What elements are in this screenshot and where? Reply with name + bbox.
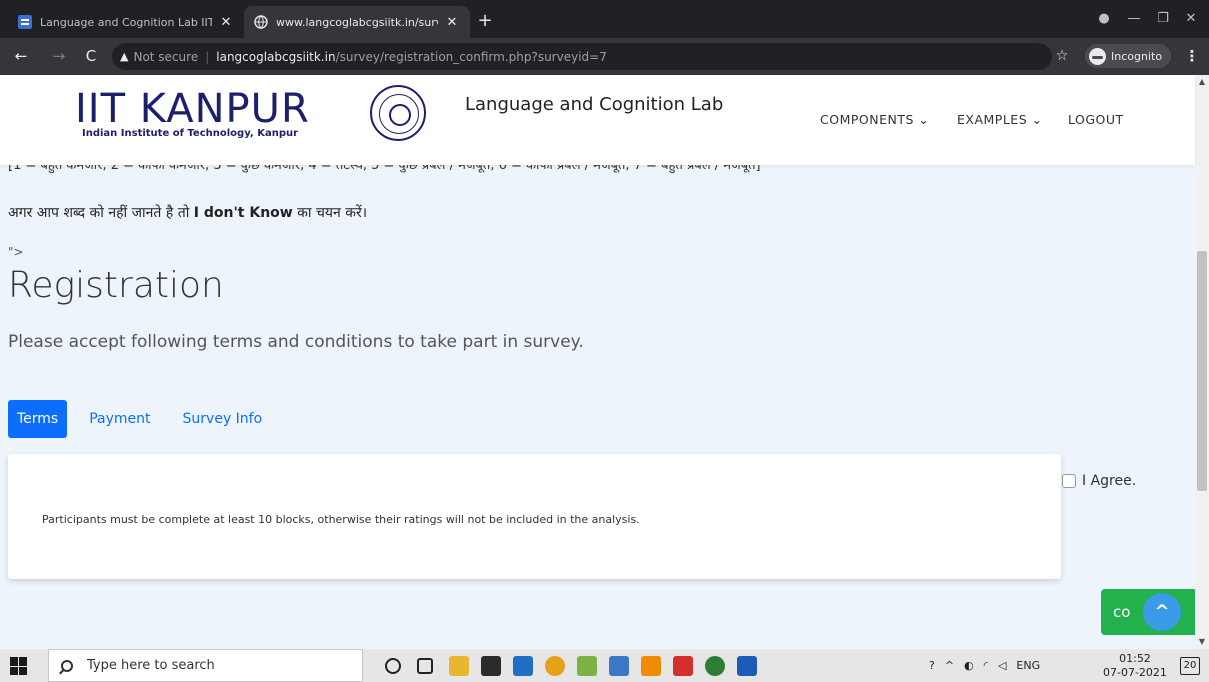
tab-payment[interactable]: Payment xyxy=(79,400,160,438)
network-icon[interactable]: ◐ xyxy=(964,659,974,672)
pdf-reader-icon[interactable] xyxy=(673,656,693,676)
volume-icon[interactable]: ◁ xyxy=(998,659,1006,672)
incognito-icon xyxy=(1089,47,1106,65)
stray-markup-text: "> xyxy=(8,245,24,259)
tab-title: www.langcoglabcgsiitk.in/survey/ xyxy=(276,15,438,29)
logo-subtitle: Indian Institute of Technology, Kanpur xyxy=(82,128,299,139)
site-header: IIT KANPUR Indian Institute of Technolog… xyxy=(0,75,1195,165)
language-indicator[interactable]: ENG xyxy=(1016,659,1040,672)
hint-text: अगर आप शब्द को नहीं जानते है तो xyxy=(8,205,194,221)
wifi-icon[interactable]: ◜ xyxy=(984,659,988,672)
page-subtitle: Please accept following terms and condit… xyxy=(8,332,584,352)
close-icon[interactable]: ✕ xyxy=(218,15,234,30)
search-icon xyxy=(61,659,73,672)
tab-title: Language and Cognition Lab IITK xyxy=(40,15,212,29)
forward-arrow-icon[interactable]: → xyxy=(48,45,70,67)
app-icon[interactable] xyxy=(705,656,725,676)
word-icon[interactable] xyxy=(737,656,757,676)
incognito-badge[interactable]: Incognito xyxy=(1085,44,1172,68)
hint-text-end: का चयन करें। xyxy=(292,205,368,221)
terms-text: Participants must be complete at least 1… xyxy=(42,513,640,526)
close-icon[interactable]: ✕ xyxy=(444,15,460,30)
scroll-down-icon[interactable]: ▼ xyxy=(1197,637,1207,647)
store-icon[interactable] xyxy=(481,656,501,676)
browser-tab-lab[interactable]: Language and Cognition Lab IITK ✕ xyxy=(8,6,244,38)
app-icon[interactable] xyxy=(577,656,597,676)
tab-search-icon[interactable]: ● xyxy=(1091,8,1117,30)
mail-icon[interactable] xyxy=(513,656,533,676)
back-to-top-icon[interactable]: ^ xyxy=(1143,593,1181,631)
chrome-icon[interactable] xyxy=(545,656,565,676)
taskbar-clock[interactable]: 01:52 07-07-2021 xyxy=(1103,652,1167,680)
hint-bold: I don't Know xyxy=(193,205,293,221)
bookmark-star-icon[interactable]: ☆ xyxy=(1052,45,1072,67)
notification-count: 20 xyxy=(1183,660,1197,671)
dont-know-hint: अगर आप शब्द को नहीं जानते है तो I don't … xyxy=(8,203,367,222)
lab-name[interactable]: Language and Cognition Lab xyxy=(465,94,723,115)
reload-icon[interactable]: C xyxy=(80,45,102,67)
back-arrow-icon[interactable]: ← xyxy=(10,45,32,67)
maximize-icon[interactable]: ❐ xyxy=(1150,8,1176,30)
clock-time: 01:52 xyxy=(1119,652,1151,665)
minimize-icon[interactable]: — xyxy=(1121,8,1147,30)
agree-checkbox[interactable] xyxy=(1062,474,1076,488)
incognito-label: Incognito xyxy=(1111,49,1163,63)
globe-icon xyxy=(254,15,268,29)
security-label: Not secure xyxy=(133,49,199,64)
url-separator: | xyxy=(205,49,210,64)
chevron-up-icon[interactable]: ^ xyxy=(945,659,954,672)
iit-kanpur-logo[interactable]: IIT KANPUR xyxy=(75,89,310,129)
agree-checkbox-row[interactable]: I Agree. xyxy=(1062,473,1136,489)
windows-taskbar: Type here to search ? ^ ◐ ◜ ◁ ENG 01:52 … xyxy=(0,649,1209,682)
system-tray: ? ^ ◐ ◜ ◁ ENG xyxy=(924,649,1045,682)
address-bar[interactable]: ▲ Not secure | langcoglabcgsiitk.in /sur… xyxy=(112,43,1052,70)
nav-logout[interactable]: LOGOUT xyxy=(1068,112,1124,127)
taskbar-search-input[interactable]: Type here to search xyxy=(48,649,363,682)
search-placeholder: Type here to search xyxy=(87,658,215,673)
app-icon[interactable] xyxy=(609,656,629,676)
task-view-icon[interactable] xyxy=(417,658,433,674)
nav-components[interactable]: COMPONENTS ⌄ xyxy=(820,112,929,127)
scroll-up-icon[interactable]: ▲ xyxy=(1197,77,1207,87)
vlc-icon[interactable] xyxy=(641,656,661,676)
registration-tabs: Terms Payment Survey Info xyxy=(8,400,284,438)
iit-emblem-icon xyxy=(370,85,426,141)
url-host: langcoglabcgsiitk.in xyxy=(216,49,336,64)
help-icon[interactable]: ? xyxy=(929,659,935,672)
cortana-icon[interactable] xyxy=(385,658,401,674)
page-scrollbar[interactable]: ▲ ▼ xyxy=(1195,75,1209,649)
page-viewport: IIT KANPUR Indian Institute of Technolog… xyxy=(0,75,1209,649)
nav-examples[interactable]: EXAMPLES ⌄ xyxy=(957,112,1043,127)
tab-strip: Language and Cognition Lab IITK ✕ www.la… xyxy=(0,0,1209,38)
site-favicon-icon xyxy=(18,15,32,29)
window-close-icon[interactable]: ✕ xyxy=(1178,8,1204,30)
terms-panel: Participants must be complete at least 1… xyxy=(8,454,1061,579)
notification-icon[interactable]: 20 xyxy=(1180,657,1200,675)
file-explorer-icon[interactable] xyxy=(449,656,469,676)
browser-menu-icon[interactable]: ⋮ xyxy=(1184,45,1200,67)
clock-date: 07-07-2021 xyxy=(1103,666,1167,679)
tab-terms[interactable]: Terms xyxy=(8,400,68,438)
agree-label: I Agree. xyxy=(1082,473,1137,489)
browser-toolbar: ← → C ▲ Not secure | langcoglabcgsiitk.i… xyxy=(0,38,1209,75)
warning-icon: ▲ xyxy=(120,50,129,63)
tab-survey-info[interactable]: Survey Info xyxy=(173,400,273,438)
new-tab-icon[interactable]: + xyxy=(474,10,496,32)
url-path: /survey/registration_confirm.php?surveyi… xyxy=(335,49,607,64)
browser-tab-survey[interactable]: www.langcoglabcgsiitk.in/survey/ ✕ xyxy=(244,6,470,38)
scrollbar-thumb[interactable] xyxy=(1197,251,1207,491)
continue-label: co xyxy=(1113,603,1131,621)
windows-start-icon[interactable] xyxy=(10,657,28,675)
browser-chrome: Language and Cognition Lab IITK ✕ www.la… xyxy=(0,0,1209,75)
page-title: Registration xyxy=(8,265,224,306)
